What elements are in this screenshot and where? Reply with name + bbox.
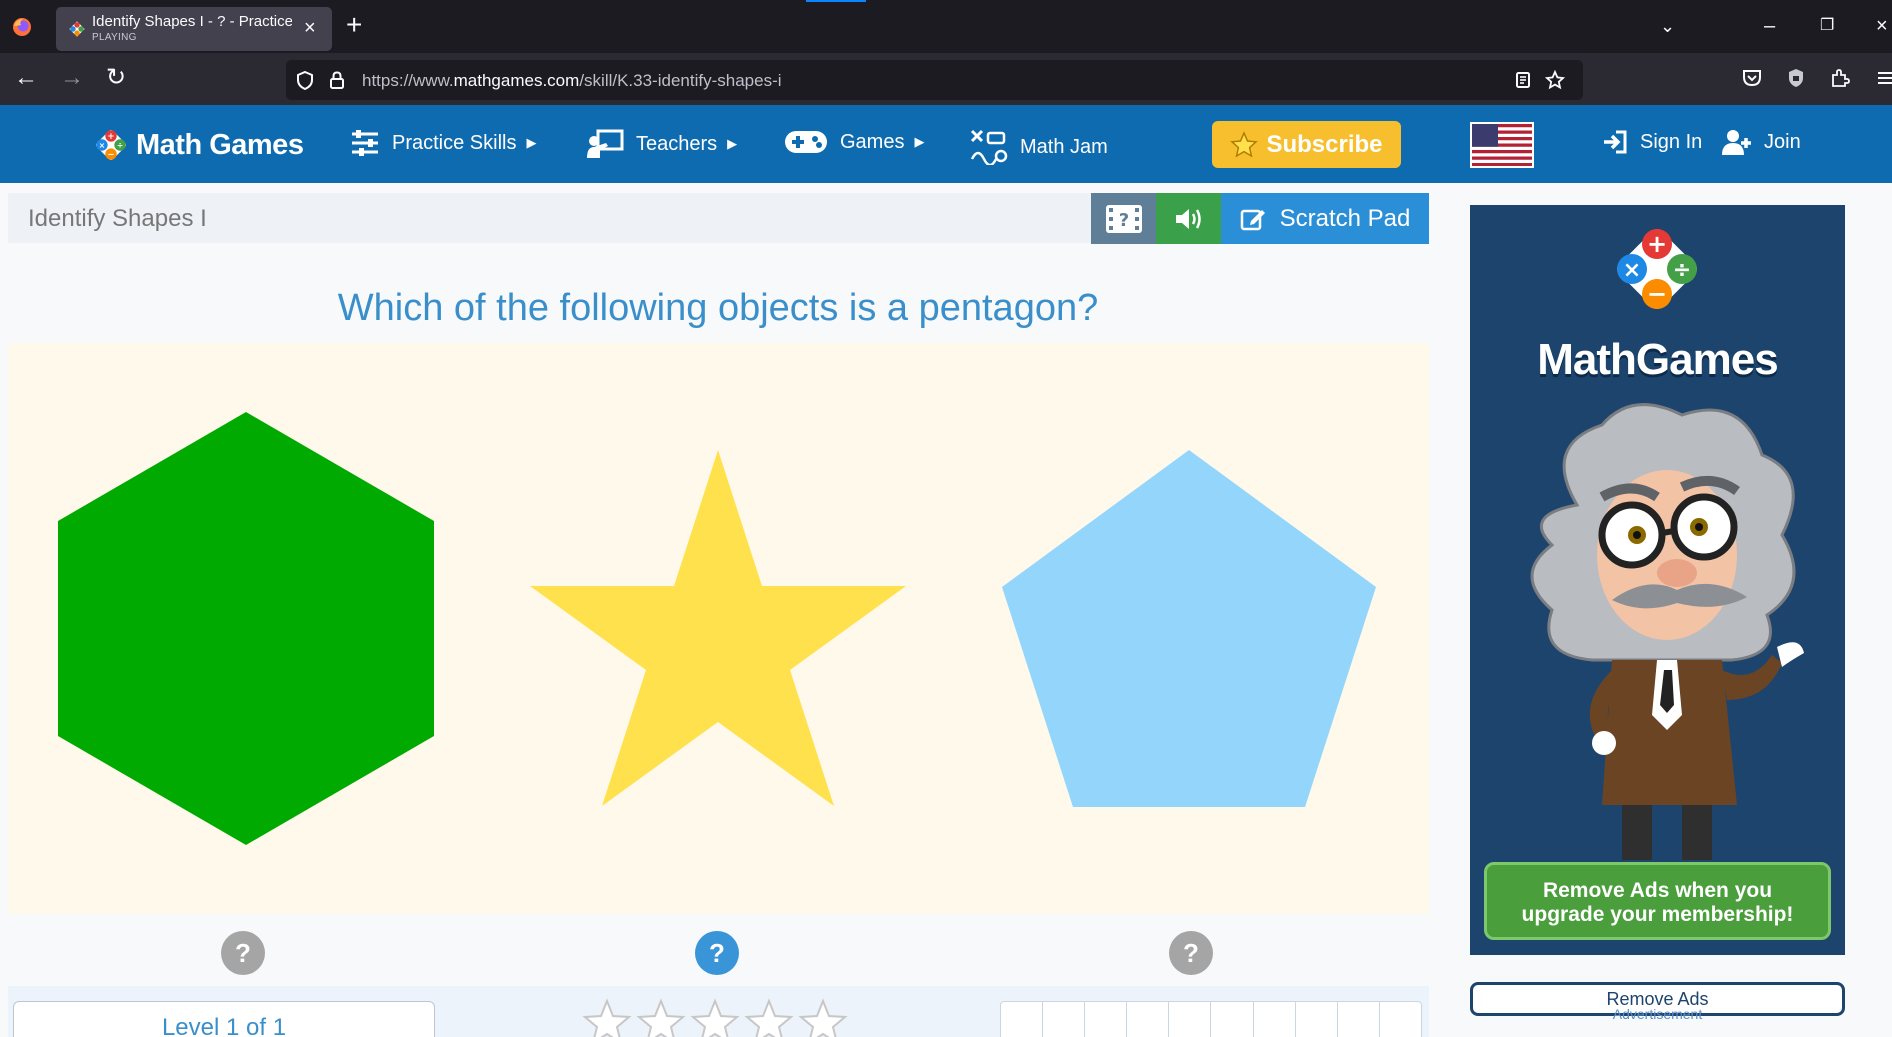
- tab-close-icon[interactable]: ×: [304, 17, 316, 39]
- svg-text:×: ×: [99, 141, 105, 150]
- sliders-icon: [352, 130, 378, 156]
- back-icon[interactable]: ←: [14, 63, 38, 93]
- edit-icon: [1240, 209, 1265, 230]
- progress-cell: [1254, 1002, 1296, 1037]
- list-all-tabs-icon[interactable]: ⌄: [1660, 12, 1675, 40]
- close-window-icon[interactable]: ×: [1876, 12, 1888, 40]
- subscribe-button[interactable]: Subscribe: [1212, 121, 1401, 168]
- empty-star-icon: [636, 998, 686, 1037]
- minimize-icon[interactable]: –: [1764, 12, 1775, 40]
- nav-math-jam[interactable]: Math Jam: [968, 129, 1108, 165]
- join-link[interactable]: Join: [1722, 129, 1801, 155]
- empty-star-icon: [798, 998, 848, 1037]
- address-bar[interactable]: https://www.mathgames.com/skill/K.33-ide…: [286, 60, 1583, 100]
- privacy-shield-icon[interactable]: [1784, 66, 1808, 90]
- progress-cell: [1380, 1002, 1421, 1037]
- level-indicator: Level 1 of 1: [13, 1001, 435, 1037]
- progress-cell: [1211, 1002, 1254, 1037]
- empty-star-icon: [690, 998, 740, 1037]
- advertisement-banner[interactable]: + × ÷ − MathGames Remove Ads when you up…: [1470, 205, 1845, 955]
- hint-button-1[interactable]: ?: [221, 931, 265, 975]
- sign-in-icon: [1604, 130, 1627, 154]
- nav-games[interactable]: Games ▶: [784, 129, 924, 155]
- reload-icon[interactable]: ↻: [106, 63, 126, 93]
- scratch-pad-button[interactable]: Scratch Pad: [1221, 193, 1429, 244]
- teacher-icon: [587, 129, 624, 158]
- tab-title: Identify Shapes I - ? - Practice w: [92, 13, 292, 30]
- browser-tab-bar: Identify Shapes I - ? - Practice w PLAYI…: [0, 0, 1892, 53]
- site-header: + × ÷ − Math Games Practice Skills ▶ Tea…: [0, 105, 1892, 183]
- restore-icon[interactable]: ❐: [1820, 12, 1834, 40]
- extensions-icon[interactable]: [1828, 66, 1852, 90]
- tab-playing-label: PLAYING: [92, 32, 137, 43]
- star-option[interactable]: [530, 448, 906, 808]
- hint-button-2[interactable]: ?: [695, 931, 739, 975]
- firefox-icon[interactable]: [12, 17, 32, 37]
- add-user-icon: [1722, 130, 1751, 155]
- progress-cell: [1338, 1002, 1380, 1037]
- level-text: Level 1 of 1: [161, 1014, 287, 1037]
- star-icon: [1230, 130, 1259, 158]
- reader-view-icon[interactable]: [1512, 69, 1534, 91]
- svg-text:−: −: [107, 150, 114, 160]
- sign-in-link[interactable]: Sign In: [1602, 129, 1702, 155]
- empty-star-icon: [744, 998, 794, 1037]
- progress-grid: [1000, 1001, 1422, 1037]
- hint-button-3[interactable]: ?: [1169, 931, 1213, 975]
- browser-tab-active[interactable]: Identify Shapes I - ? - Practice w PLAYI…: [56, 7, 332, 51]
- skill-title: Identify Shapes I: [28, 205, 207, 232]
- ad-brand-name: MathGames: [1537, 335, 1778, 384]
- progress-cell: [1296, 1002, 1338, 1037]
- ad-upgrade-cta[interactable]: Remove Ads when you upgrade your members…: [1484, 862, 1831, 940]
- nav-teachers[interactable]: Teachers ▶: [586, 129, 737, 159]
- brand-name: Math Games: [136, 128, 304, 161]
- progress-cell: [1085, 1002, 1128, 1037]
- forward-icon[interactable]: →: [60, 63, 84, 93]
- hexagon-option[interactable]: [56, 410, 436, 847]
- caret-right-icon: ▶: [727, 136, 738, 151]
- svg-text:÷: ÷: [1673, 258, 1691, 283]
- bookmark-star-icon[interactable]: [1544, 69, 1566, 91]
- progress-cell: [1001, 1002, 1044, 1037]
- site-logo[interactable]: + × ÷ − Math Games: [92, 125, 304, 165]
- progress-cell: [1127, 1002, 1170, 1037]
- us-flag-icon[interactable]: [1470, 122, 1534, 168]
- video-tutorial-button[interactable]: ?: [1091, 193, 1156, 244]
- professor-mascot-icon: [1530, 403, 1804, 860]
- lock-icon[interactable]: [326, 69, 348, 91]
- svg-text:×: ×: [1623, 258, 1641, 283]
- progress-cell: [1043, 1002, 1086, 1037]
- svg-text:−: −: [1647, 280, 1667, 308]
- speaker-icon: [1175, 208, 1201, 229]
- svg-text:÷: ÷: [117, 141, 123, 150]
- sound-button[interactable]: [1156, 193, 1221, 244]
- url-text[interactable]: https://www.mathgames.com/skill/K.33-ide…: [362, 71, 782, 91]
- svg-text:+: +: [107, 132, 114, 142]
- star-rating: [582, 998, 852, 1037]
- svg-text:+: +: [1647, 230, 1667, 258]
- progress-cell: [1169, 1002, 1212, 1037]
- mathgames-favicon-icon: [69, 21, 85, 37]
- nav-practice-skills[interactable]: Practice Skills ▶: [350, 129, 536, 157]
- pocket-icon[interactable]: [1740, 66, 1764, 90]
- gamepad-icon: [785, 131, 827, 153]
- new-tab-icon[interactable]: +: [346, 10, 362, 40]
- advertisement-label: Advertisement: [1612, 1006, 1703, 1022]
- mathgames-logo-icon: + × ÷ −: [1617, 229, 1697, 309]
- empty-star-icon: [582, 998, 632, 1037]
- shield-icon[interactable]: [294, 69, 316, 91]
- caret-right-icon: ▶: [914, 134, 925, 149]
- tab-accent-line: [806, 0, 866, 2]
- svg-text:?: ?: [1118, 210, 1128, 231]
- question-text: Which of the following objects is a pent…: [337, 287, 1099, 329]
- mathgames-logo-icon: + × ÷ −: [96, 130, 126, 160]
- pentagon-option[interactable]: [1000, 448, 1378, 808]
- app-menu-icon[interactable]: [1874, 66, 1892, 90]
- math-jam-icon: [970, 129, 1008, 165]
- caret-right-icon: ▶: [526, 135, 537, 150]
- film-question-icon: ?: [1105, 204, 1142, 233]
- browser-nav-bar: ← → ↻ https://www.mathgames.com/skill/K.…: [0, 53, 1892, 105]
